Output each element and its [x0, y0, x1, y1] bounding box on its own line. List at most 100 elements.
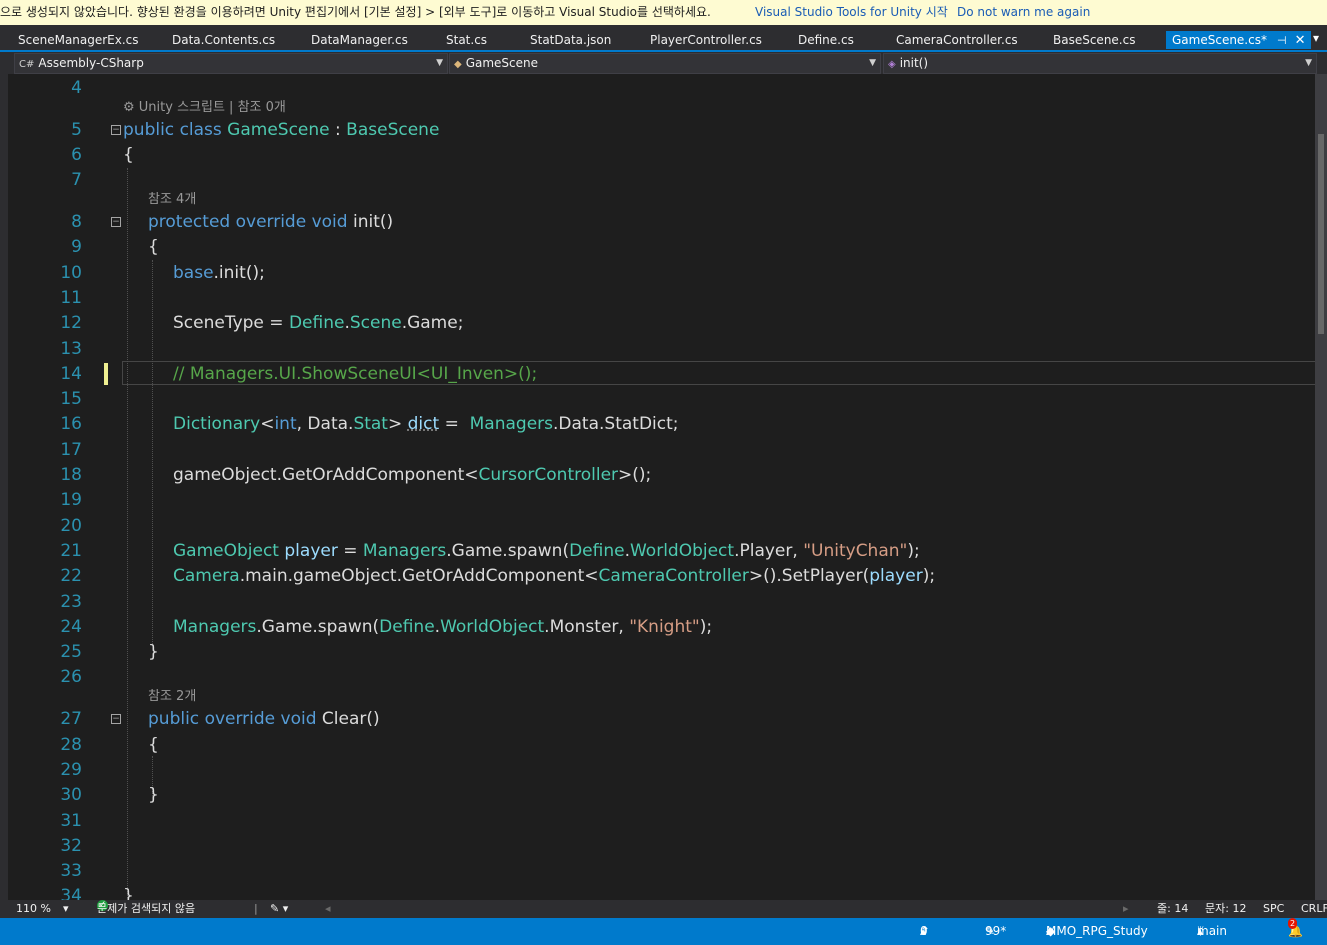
scroll-left-icon[interactable]: ◂	[325, 900, 331, 918]
chevron-down-icon: ▼	[1305, 58, 1312, 68]
line-number: 23	[60, 592, 82, 612]
string-literal: "UnityChan"	[803, 541, 908, 561]
line-number: 34	[60, 886, 82, 900]
codelens-unity[interactable]: ⚙ Unity 스크립트 | 참조 0개	[123, 98, 286, 118]
chevron-down-icon: ▼	[869, 58, 876, 68]
code-text: gameObject.GetOrAddComponent<CursorContr…	[173, 465, 652, 485]
code-line: 24 Managers.Game.spawn(Define.WorldObjec…	[30, 615, 1315, 640]
code-text: base.init();	[173, 263, 265, 283]
tab-basescene[interactable]: BaseScene.cs	[1053, 33, 1135, 47]
tab-playercontroller[interactable]: PlayerController.cs	[650, 33, 762, 47]
tab-statdata-json[interactable]: StatData.json	[530, 33, 611, 47]
line-number: 24	[60, 617, 82, 637]
collapse-icon[interactable]: −	[111, 125, 121, 135]
codelens-references[interactable]: 참조 4개	[148, 190, 196, 210]
collapse-icon[interactable]: −	[111, 217, 121, 227]
notification-badge: 2	[1288, 918, 1298, 929]
code-line: 18 gameObject.GetOrAddComponent<CursorCo…	[30, 463, 1315, 488]
scrollbar-thumb[interactable]	[1318, 134, 1324, 334]
tab-define[interactable]: Define.cs	[798, 33, 854, 47]
line-number: 33	[60, 861, 82, 881]
code-text: {	[123, 145, 134, 165]
code-line: 5 − public class GameScene : BaseScene	[30, 118, 1315, 143]
caret-up-icon: ▴	[920, 924, 927, 938]
code-text: Dictionary<int, Data.Stat> dict = Manage…	[173, 414, 679, 434]
issues-label: 문제가 검색되지 않음	[97, 902, 196, 915]
zoom-level[interactable]: 110 %	[16, 900, 51, 918]
code-line: 20	[30, 514, 1315, 539]
class-icon: ◆	[454, 59, 462, 70]
caret-up-icon: ▴	[1197, 924, 1204, 938]
code-line: 30 }	[30, 783, 1315, 808]
code-line: 34 }	[30, 884, 1315, 900]
line-number: 11	[60, 288, 82, 308]
class-dropdown[interactable]: ◆ GameScene ▼	[449, 53, 881, 74]
line-number: 4	[71, 78, 82, 98]
do-not-warn-link[interactable]: Do not warn me again	[957, 0, 1090, 25]
line-indicator: 줄: 14	[1157, 902, 1189, 915]
code-line: 7	[30, 168, 1315, 193]
status-bar: ↑ 0 ▴ ✎ 99* ◆ MMO_RPG_Study ▴ ᛘ main ▴ 🔔…	[0, 918, 1327, 945]
zoom-dropdown-icon[interactable]: ▾	[63, 900, 69, 918]
code-text: }	[123, 886, 134, 900]
close-icon[interactable]: ✕	[1295, 33, 1306, 48]
tab-stat[interactable]: Stat.cs	[446, 33, 487, 47]
code-line: 10 base.init();	[30, 261, 1315, 286]
line-number: 5	[71, 120, 82, 140]
tab-gamescene[interactable]: GameScene.cs* ⊣ ✕	[1166, 31, 1312, 49]
line-number: 10	[60, 263, 82, 283]
tab-datamanager[interactable]: DataManager.cs	[311, 33, 408, 47]
line-number: 28	[60, 735, 82, 755]
line-number: 20	[60, 516, 82, 536]
code-line: 27 − public override void Clear()	[30, 707, 1315, 732]
code-text: }	[148, 785, 159, 805]
code-editor[interactable]: 4 ⚙ Unity 스크립트 | 참조 0개 5 − public class …	[0, 74, 1327, 900]
code-line: 17	[30, 438, 1315, 463]
scroll-right-icon[interactable]: ▸	[1123, 900, 1129, 918]
line-number: 9	[71, 237, 82, 257]
line-number: 17	[60, 440, 82, 460]
line-number: 25	[60, 642, 82, 662]
csharp-project-icon: C#	[19, 59, 35, 70]
member-dropdown[interactable]: ◈ init() ▼	[883, 53, 1317, 74]
project-dropdown-label: Assembly-CSharp	[38, 56, 144, 70]
vstu-start-link[interactable]: Visual Studio Tools for Unity 시작	[755, 0, 948, 25]
tab-cameracontroller[interactable]: CameraController.cs	[896, 33, 1018, 47]
info-bar: 으로 생성되지 않았습니다. 향상된 환경을 이용하려면 Unity 편집기에서…	[0, 0, 1327, 25]
code-line: 31	[30, 809, 1315, 834]
collapse-icon[interactable]: −	[111, 714, 121, 724]
code-line: 6 {	[30, 143, 1315, 168]
code-text: Managers.Game.spawn(Define.WorldObject.M…	[173, 617, 713, 637]
vertical-scrollbar[interactable]	[1315, 74, 1327, 900]
code-line: 32	[30, 834, 1315, 859]
line-number: 31	[60, 811, 82, 831]
line-number: 30	[60, 785, 82, 805]
column-indicator: 문자: 12	[1205, 902, 1247, 915]
code-text: SceneType = Define.Scene.Game;	[173, 313, 464, 333]
tab-scenemanagerex[interactable]: SceneManagerEx.cs	[18, 33, 139, 47]
whitespace-indicator: SPC	[1263, 902, 1285, 915]
tab-list-dropdown-icon[interactable]: ▾	[1313, 31, 1319, 45]
code-line: 14 // Managers.UI.ShowSceneUI<UI_Inven>(…	[30, 362, 1315, 387]
code-text: {	[148, 735, 159, 755]
code-text: GameObject player = Managers.Game.spawn(…	[173, 541, 920, 561]
code-line: 33	[30, 859, 1315, 884]
repo-name: MMO_RPG_Study	[1046, 924, 1148, 938]
brush-icon[interactable]: ✎ ▾	[270, 900, 288, 918]
unity-icon: ⚙	[123, 100, 139, 115]
project-dropdown[interactable]: C# Assembly-CSharp ▼	[14, 53, 448, 74]
line-number: 14	[60, 364, 82, 384]
line-number: 7	[71, 170, 82, 190]
code-line: 15	[30, 387, 1315, 412]
pin-icon[interactable]: ⊣	[1277, 34, 1287, 47]
line-number: 13	[60, 339, 82, 359]
code-line: 28 {	[30, 733, 1315, 758]
code-line: 8 − protected override void init()	[30, 210, 1315, 235]
line-number: 22	[60, 566, 82, 586]
method-icon: ◈	[888, 59, 896, 70]
codelens-references[interactable]: 참조 2개	[148, 687, 196, 707]
code-text: protected override void init()	[148, 212, 394, 232]
line-number: 12	[60, 313, 82, 333]
tab-data-contents[interactable]: Data.Contents.cs	[172, 33, 275, 47]
code-line: 21 GameObject player = Managers.Game.spa…	[30, 539, 1315, 564]
